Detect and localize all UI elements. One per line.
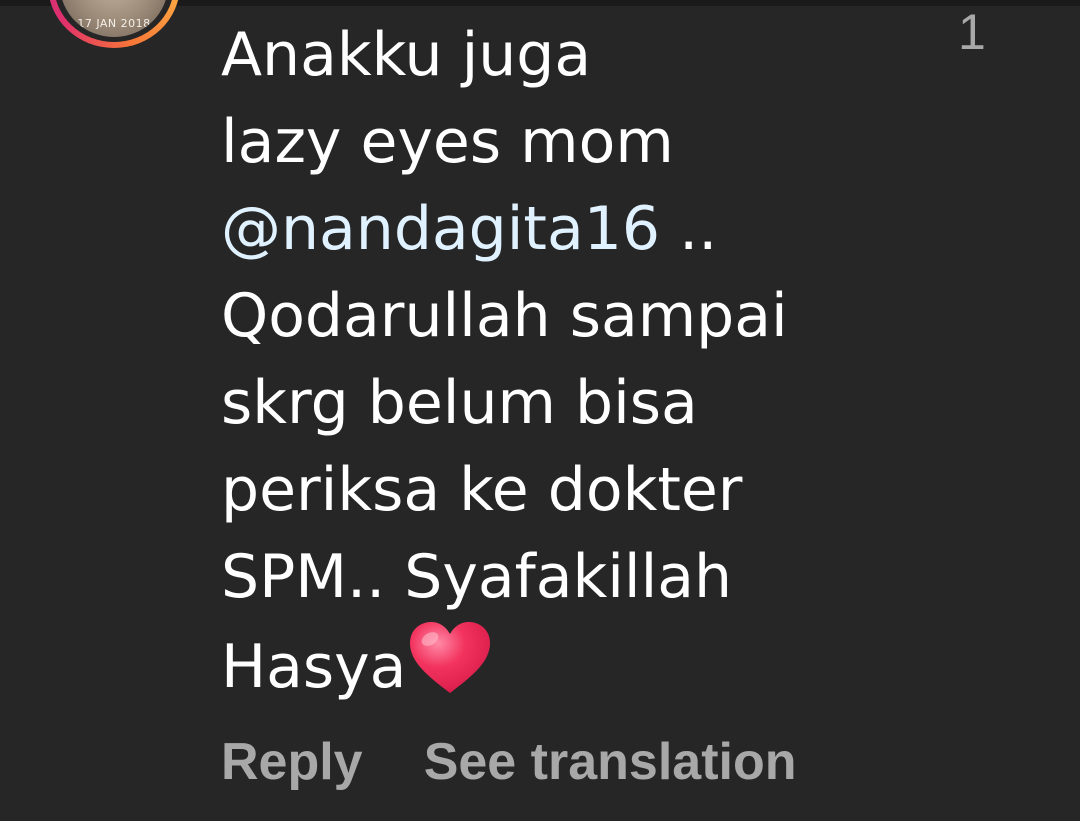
comment-line: Qodarullah sampai	[221, 281, 788, 351]
comment-line: Hasya	[221, 621, 921, 711]
user-mention-link[interactable]: @nandagita16	[221, 194, 660, 264]
comment-text: Anakku juga lazy eyes mom @nandagita16 .…	[221, 12, 921, 711]
commenter-avatar[interactable]: 17 JAN 2018	[48, 0, 180, 48]
comment-actions: Reply See translation	[221, 730, 797, 794]
comment-line-text: ..	[660, 194, 718, 264]
comment-line: Anakku juga	[221, 20, 592, 90]
comment-line: lazy eyes mom	[221, 107, 674, 177]
comment-line: @nandagita16 ..	[221, 186, 921, 273]
comment-like-count[interactable]: 1	[958, 4, 986, 60]
see-translation-button[interactable]: See translation	[424, 730, 797, 794]
comment-line: skrg belum bisa	[221, 368, 698, 438]
comment-line: periksa ke dokter	[221, 455, 743, 525]
reply-button[interactable]: Reply	[221, 730, 363, 794]
avatar-date-stamp: 17 JAN 2018	[77, 17, 151, 30]
heart-icon	[410, 622, 491, 693]
comment-line-text: Hasya	[221, 632, 407, 702]
comment-line: SPM.. Syafakillah	[221, 542, 733, 612]
